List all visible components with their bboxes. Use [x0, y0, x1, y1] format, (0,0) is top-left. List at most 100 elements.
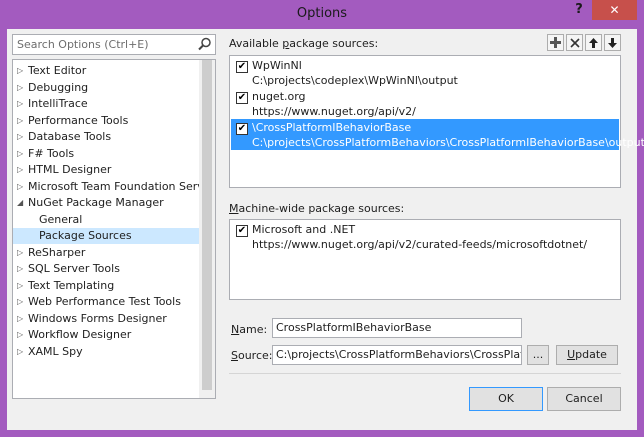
available-sources-label: Available package sources:: [229, 37, 379, 50]
tree-item[interactable]: Package Sources: [13, 228, 200, 244]
cancel-button[interactable]: Cancel: [547, 387, 621, 411]
source-checkbox[interactable]: ✔: [236, 61, 248, 73]
source-item-crossplatform[interactable]: ✔ \CrossPlatformIBehaviorBase C:\project…: [231, 119, 644, 150]
tree-item[interactable]: ◢ NuGet Package Manager: [13, 195, 200, 211]
tree-item[interactable]: ▷ Text Templating: [13, 278, 200, 294]
window-title: Options: [296, 6, 348, 21]
tree-item[interactable]: ▷ Text Editor: [13, 63, 200, 79]
collapsed-arrow-icon[interactable]: ▷: [17, 179, 27, 195]
source-checkbox[interactable]: ✔: [236, 92, 248, 104]
tree-item-label: General: [39, 212, 83, 226]
divider: [229, 373, 621, 374]
machine-wide-sources-label: Machine-wide package sources:: [229, 202, 405, 215]
source-url: https://www.nuget.org/api/v2/: [252, 105, 416, 118]
collapsed-arrow-icon[interactable]: ▷: [17, 261, 27, 277]
tree-item-label: Debugging: [28, 80, 89, 94]
search-placeholder: Search Options (Ctrl+E): [17, 38, 149, 51]
source-name: \CrossPlatformIBehaviorBase: [252, 121, 412, 134]
collapsed-arrow-icon[interactable]: ▷: [17, 344, 27, 360]
source-checkbox[interactable]: ✔: [236, 123, 248, 135]
tree-item-label: Text Editor: [28, 64, 87, 77]
tree-item-label: HTML Designer: [28, 163, 112, 176]
collapsed-arrow-icon[interactable]: ▷: [17, 311, 27, 327]
collapsed-arrow-icon[interactable]: ▷: [17, 63, 27, 79]
collapsed-arrow-icon[interactable]: ▷: [17, 129, 27, 145]
collapsed-arrow-icon[interactable]: ▷: [17, 278, 27, 294]
tree-item-label: NuGet Package Manager: [28, 196, 164, 209]
tree-item[interactable]: ▷ Workflow Designer: [13, 327, 200, 343]
move-up-button[interactable]: [585, 34, 602, 51]
collapsed-arrow-icon[interactable]: ▷: [17, 294, 27, 310]
title-bar[interactable]: Options ? ✕: [0, 0, 644, 28]
search-options-input[interactable]: Search Options (Ctrl+E): [12, 34, 216, 55]
options-tree[interactable]: ▷ Text Editor ▷ Debugging ▷ IntelliTrace ▷ Perf…: [12, 59, 216, 399]
remove-icon: [569, 38, 580, 48]
move-down-button[interactable]: [604, 34, 621, 51]
source-name: WpWinNl: [252, 59, 302, 72]
collapsed-arrow-icon[interactable]: ▷: [17, 245, 27, 261]
add-source-button[interactable]: [547, 34, 564, 51]
tree-item-label: Windows Forms Designer: [28, 311, 167, 325]
tree-vertical-scrollbar[interactable]: [199, 60, 215, 398]
options-window: Options ? ✕ Search Options (Ctrl+E) ▷ Tex…: [0, 0, 644, 437]
tree-item-label: SQL Server Tools: [28, 262, 120, 275]
tree-item-label: Performance Tools: [28, 113, 129, 127]
ok-button[interactable]: OK: [469, 387, 543, 411]
expanded-arrow-icon[interactable]: ◢: [17, 195, 27, 211]
source-item-wpwinnl[interactable]: ✔ WpWinNl C:\projects\codeplex\WpWinNl\o…: [231, 57, 619, 88]
help-button[interactable]: ?: [568, 2, 590, 20]
source-item-microsoft-dotnet[interactable]: ✔ Microsoft and .NET https://www.nuget.o…: [231, 221, 619, 252]
close-button[interactable]: ✕: [592, 0, 637, 20]
name-input[interactable]: CrossPlatformIBehaviorBase: [272, 318, 522, 338]
source-name: nuget.org: [252, 90, 306, 103]
collapsed-arrow-icon[interactable]: ▷: [17, 146, 27, 162]
name-label: Name:: [231, 323, 268, 336]
tree-item-label: Workflow Designer: [28, 328, 132, 341]
collapsed-arrow-icon[interactable]: ▷: [17, 80, 27, 96]
move-down-icon: [608, 38, 617, 48]
dialog-client-area: Search Options (Ctrl+E) ▷ Text Editor ▷ Deb…: [7, 29, 644, 430]
tree-item[interactable]: ▷ F# Tools: [13, 146, 200, 162]
source-label: Source:: [231, 349, 273, 362]
browse-button[interactable]: ...: [527, 345, 549, 365]
source-input[interactable]: C:\projects\CrossPlatformBehaviors\Cross…: [272, 345, 522, 365]
move-up-icon: [589, 38, 598, 48]
tree-item[interactable]: ▷ IntelliTrace: [13, 96, 200, 112]
tree-item-label: Package Sources: [39, 229, 132, 242]
collapsed-arrow-icon[interactable]: ▷: [17, 113, 27, 129]
tree-item[interactable]: ▷ XAML Spy: [13, 344, 200, 360]
source-checkbox[interactable]: ✔: [236, 225, 248, 237]
tree-item-label: Web Performance Test Tools: [28, 295, 181, 308]
collapsed-arrow-icon[interactable]: ▷: [17, 327, 27, 343]
tree-item-label: Text Templating: [28, 278, 115, 292]
source-url: https://www.nuget.org/api/v2/curated-fee…: [252, 238, 588, 251]
source-item-nuget-org[interactable]: ✔ nuget.org https://www.nuget.org/api/v2…: [231, 88, 619, 119]
remove-source-button[interactable]: [566, 34, 583, 51]
tree-item[interactable]: ▷ Windows Forms Designer: [13, 311, 200, 327]
collapsed-arrow-icon[interactable]: ▷: [17, 162, 27, 178]
search-icon[interactable]: [198, 37, 212, 51]
source-url: C:\projects\CrossPlatformBehaviors\Cross…: [252, 136, 644, 149]
update-button[interactable]: Update: [556, 345, 618, 365]
tree-item[interactable]: ▷ Performance Tools: [13, 113, 200, 129]
source-url: C:\projects\codeplex\WpWinNl\output: [252, 74, 458, 87]
tree-item[interactable]: General: [13, 212, 200, 228]
tree-item[interactable]: ▷ Debugging: [13, 80, 200, 96]
machine-wide-sources-list[interactable]: ✔ Microsoft and .NET https://www.nuget.o…: [229, 219, 621, 300]
tree-item[interactable]: ▷ HTML Designer: [13, 162, 200, 178]
scrollbar-thumb[interactable]: [202, 60, 212, 390]
available-sources-list[interactable]: ✔ WpWinNl C:\projects\codeplex\WpWinNl\o…: [229, 55, 644, 188]
tree-item-label: Microsoft Team Foundation Server 20: [28, 179, 200, 193]
source-name: Microsoft and .NET: [252, 223, 356, 236]
tree-item[interactable]: ▷ SQL Server Tools: [13, 261, 200, 277]
tree-item[interactable]: ▷ Web Performance Test Tools: [13, 294, 200, 310]
tree-item-label: XAML Spy: [28, 344, 83, 358]
add-icon: [550, 37, 561, 48]
tree-item-label: Database Tools: [28, 130, 112, 143]
tree-item[interactable]: ▷ Database Tools: [13, 129, 200, 145]
tree-item[interactable]: ▷Microsoft Team Foundation Server 20: [13, 179, 200, 195]
tree-item-label: F# Tools: [28, 146, 75, 160]
collapsed-arrow-icon[interactable]: ▷: [17, 96, 27, 112]
tree-item-label: ReSharper: [28, 245, 86, 259]
tree-item[interactable]: ▷ ReSharper: [13, 245, 200, 261]
